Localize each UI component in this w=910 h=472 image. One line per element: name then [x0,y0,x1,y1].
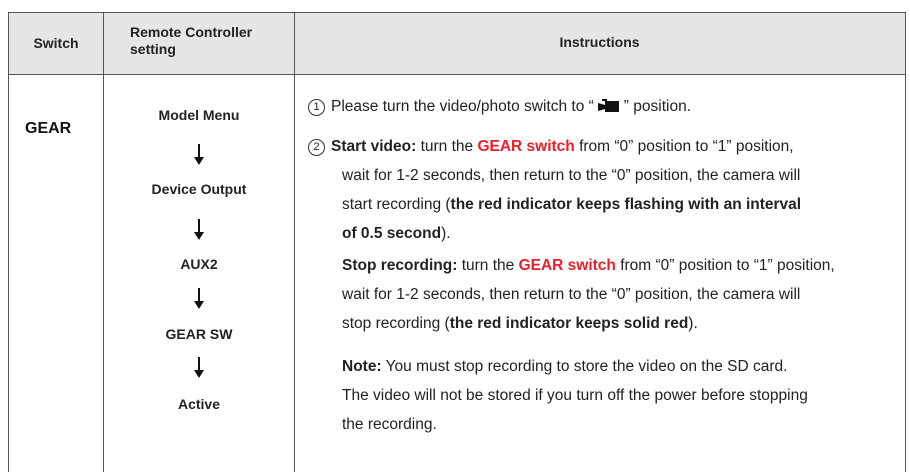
step-2-line-4: of 0.5 second). [342,225,451,242]
step-2-line-3: start recording (the red indicator keeps… [342,196,802,213]
stop-line-1: Stop recording: turn the GEAR switch fro… [342,257,835,274]
instruction-table: Switch Remote Controller setting Instruc… [8,12,906,472]
flow-step-active: Active [177,396,221,412]
stop-line-2: wait for 1-2 seconds, then return to the… [342,286,801,303]
step-2-line-2: wait for 1-2 seconds, then return to the… [342,167,801,184]
step-number: 2 [308,139,325,156]
down-arrow-icon [194,144,204,165]
step-1: 1 Please turn the video/photo switch to “… [308,95,691,119]
step-number: 1 [308,99,325,116]
flow-step-gear-sw: GEAR SW [165,326,233,342]
note-line-1: Note: You must stop recording to store t… [342,358,788,375]
instructions-text: 1 Please turn the video/photo switch to “… [308,13,887,472]
flow-step-model-menu: Model Menu [158,107,240,123]
note-line-3: the recording. [342,416,437,433]
note-line-2: The video will not be stored if you turn… [342,387,808,404]
down-arrow-icon [194,288,204,309]
down-arrow-icon [194,357,204,378]
video-camera-icon [597,99,619,112]
step-2-line-1: 2 Start video: turn the GEAR switch from … [308,135,794,159]
switch-name: GEAR [25,120,72,137]
flow-step-device-output: Device Output [151,181,247,197]
flow-step-aux2: AUX2 [180,256,218,272]
remote-setting-flow: Model Menu Device Output AUX2 GEAR SW Ac… [104,13,294,472]
column-divider [294,13,295,472]
gear-switch-highlight: GEAR switch [518,257,616,274]
stop-line-3: stop recording (the red indicator keeps … [342,315,698,332]
down-arrow-icon [194,219,204,240]
gear-switch-highlight: GEAR switch [477,138,575,155]
header-switch: Switch [33,35,79,51]
